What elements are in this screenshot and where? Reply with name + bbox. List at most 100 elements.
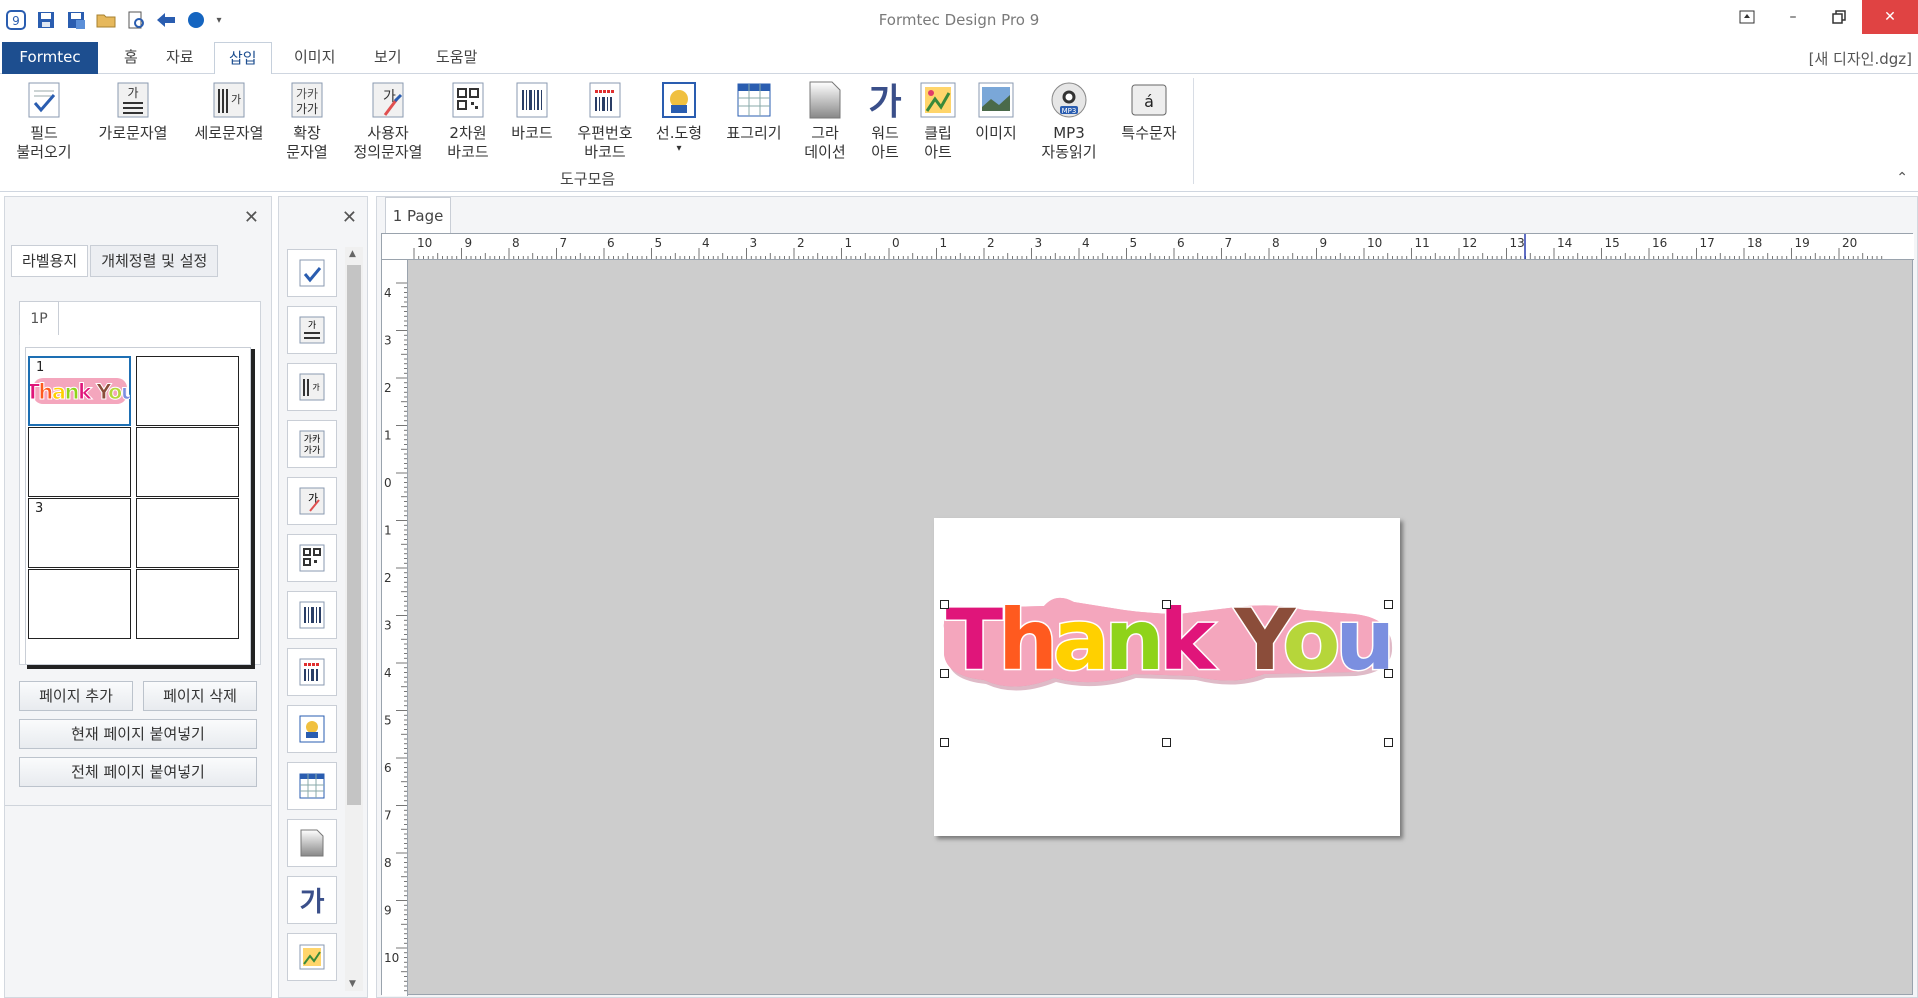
restore-icon[interactable] [1816, 0, 1862, 34]
ruler-label: 4 [702, 236, 710, 250]
shape-button[interactable]: 선.도형 ▾ [650, 80, 708, 155]
design-workspace: 1 Page 10 9 8 7 6 5 4 3 2 1 0 1 2 3 4 5 6 7 8 9 10 11 12 13 14 15… [376, 196, 1918, 998]
label-cell[interactable] [28, 427, 131, 497]
close-toolstrip-icon[interactable]: ✕ [342, 207, 357, 228]
field-load-button[interactable]: 필드 불러오기 [12, 80, 76, 162]
label-cell[interactable]: 3 [28, 498, 131, 568]
postal-barcode-button[interactable]: 우편번호 바코드 [568, 80, 642, 162]
tab-insert[interactable]: 삽입 [214, 42, 272, 75]
label-paper-panel: ✕ 라벨용지 개체정렬 및 설정 1P 1 Thank You 3 페이지 추가… [4, 196, 272, 998]
extended-text-icon: 가카가가 [299, 430, 325, 458]
page-tab[interactable]: 1 Page [385, 197, 451, 233]
tool-clipart-button[interactable] [287, 933, 337, 981]
scroll-up-icon[interactable]: ▲ [349, 249, 356, 259]
tab-object-align[interactable]: 개체정렬 및 설정 [90, 245, 219, 277]
delete-page-button[interactable]: 페이지 삭제 [143, 681, 257, 711]
custom-text-icon: 가 [299, 487, 325, 515]
label-cell[interactable] [136, 356, 239, 426]
minimize-icon[interactable]: – [1770, 0, 1816, 34]
tool-table-button[interactable] [287, 762, 337, 810]
resize-handle[interactable] [940, 600, 949, 609]
ribbon-group-label: 도구모음 [560, 170, 616, 188]
gradation-button[interactable]: 그라 데이션 [798, 80, 852, 162]
tool-custom-text-button[interactable]: 가 [287, 477, 337, 525]
svg-text:가: 가 [868, 82, 901, 120]
special-char-button[interactable]: á 특수문자 [1112, 80, 1186, 143]
clipart-button[interactable]: 클립 아트 [914, 80, 962, 162]
close-icon[interactable]: ✕ [1862, 0, 1918, 34]
resize-handle[interactable] [940, 738, 949, 747]
tool-barcode-button[interactable] [287, 591, 337, 639]
paste-all-pages-button[interactable]: 전체 페이지 붙여넣기 [19, 757, 257, 787]
document-name: [새 디자인.dgz] [1808, 50, 1912, 68]
ruler-label: 2 [384, 381, 392, 395]
svg-text:가가: 가가 [296, 102, 318, 116]
label-cell[interactable] [136, 427, 239, 497]
tool-horizontal-text-button[interactable]: 가 [287, 306, 337, 354]
barcode-button[interactable]: 바코드 [506, 80, 558, 143]
left-panel-tabs: 라벨용지 개체정렬 및 설정 [11, 245, 220, 277]
tool-vertical-text-button[interactable]: 가 [287, 363, 337, 411]
tool-field-button[interactable] [287, 249, 337, 297]
close-panel-icon[interactable]: ✕ [244, 207, 259, 228]
resize-handle[interactable] [1384, 738, 1393, 747]
paste-current-page-button[interactable]: 현재 페이지 붙여넣기 [19, 719, 257, 749]
thank-you-thumbnail: Thank You [30, 378, 130, 405]
add-page-button[interactable]: 페이지 추가 [19, 681, 133, 711]
tab-home[interactable]: 홈 [110, 42, 152, 74]
resize-handle[interactable] [1384, 669, 1393, 678]
table-button[interactable]: 표그리기 [720, 80, 788, 143]
label-sheet: 1 Thank You 3 [25, 347, 251, 665]
collapse-ribbon-icon[interactable]: ⌃ [1896, 170, 1908, 186]
resize-handle[interactable] [1384, 600, 1393, 609]
scroll-down-icon[interactable]: ▼ [349, 979, 356, 989]
resize-handle[interactable] [1162, 600, 1171, 609]
ribbon-display-icon[interactable] [1724, 0, 1770, 34]
ruler-label: 6 [607, 236, 615, 250]
resize-handle[interactable] [1162, 738, 1171, 747]
toolstrip-scrollbar[interactable]: ▲ ▼ [345, 247, 363, 991]
tab-data[interactable]: 자료 [152, 42, 208, 74]
tab-view[interactable]: 보기 [360, 42, 416, 74]
tab-formtec[interactable]: Formtec [2, 42, 98, 74]
mp3-autoread-button[interactable]: MP3 MP3 자동읽기 [1032, 80, 1106, 162]
design-canvas[interactable]: 10 9 8 7 6 5 4 3 2 1 0 1 2 3 4 5 6 7 8 9 10 11 12 13 14 15 16 17 18 1… [381, 233, 1914, 996]
tool-extended-text-button[interactable]: 가카 가가 [287, 420, 337, 468]
tool-postal-barcode-button[interactable] [287, 648, 337, 696]
horizontal-ruler: 10 9 8 7 6 5 4 3 2 1 0 1 2 3 4 5 6 7 8 9 10 11 12 13 14 15 16 17 18 1… [382, 234, 1914, 260]
custom-text-icon: 가 [368, 80, 408, 120]
wordart-button[interactable]: 가 워드 아트 [860, 80, 910, 162]
custom-text-button[interactable]: 가 사용자 정의문자열 [348, 80, 428, 162]
scrollbar-thumb[interactable] [347, 265, 361, 805]
label-paper[interactable]: Thank You [934, 518, 1400, 836]
label-cell[interactable]: 1 Thank You [28, 356, 131, 426]
resize-handle[interactable] [940, 669, 949, 678]
tab-label-paper[interactable]: 라벨용지 [11, 245, 89, 277]
ruler-label: 1 [845, 236, 853, 250]
vertical-text-button[interactable]: 가 세로문자열 [186, 80, 272, 143]
wordart-icon: 가 [300, 887, 325, 916]
page-tab-1p[interactable]: 1P [19, 301, 59, 335]
label-cell[interactable] [28, 569, 131, 639]
field-check-icon [24, 80, 64, 120]
gradation-icon [805, 80, 845, 120]
tool-wordart-button[interactable]: 가 [287, 876, 337, 924]
tab-image[interactable]: 이미지 [280, 42, 349, 74]
thank-you-art[interactable]: Thank You [934, 518, 1400, 836]
qr-code-button[interactable]: 2차원 바코드 [444, 80, 492, 162]
extended-text-button[interactable]: 가카 가가 확장 문자열 [280, 80, 334, 162]
ruler-label: 3 [750, 236, 758, 250]
label-cell[interactable] [136, 569, 239, 639]
tool-qr-code-button[interactable] [287, 534, 337, 582]
tool-shape-button[interactable] [287, 705, 337, 753]
image-button[interactable]: 이미지 [968, 80, 1024, 143]
ruler-label: 5 [384, 714, 392, 728]
svg-text:á: á [1144, 92, 1154, 111]
image-icon [976, 80, 1016, 120]
label-cell[interactable] [136, 498, 239, 568]
tab-help[interactable]: 도움말 [422, 42, 491, 74]
horizontal-text-button[interactable]: 가 가로문자열 [90, 80, 176, 143]
ruler-label: 9 [465, 236, 473, 250]
gradation-icon [300, 829, 324, 857]
tool-gradation-button[interactable] [287, 819, 337, 867]
